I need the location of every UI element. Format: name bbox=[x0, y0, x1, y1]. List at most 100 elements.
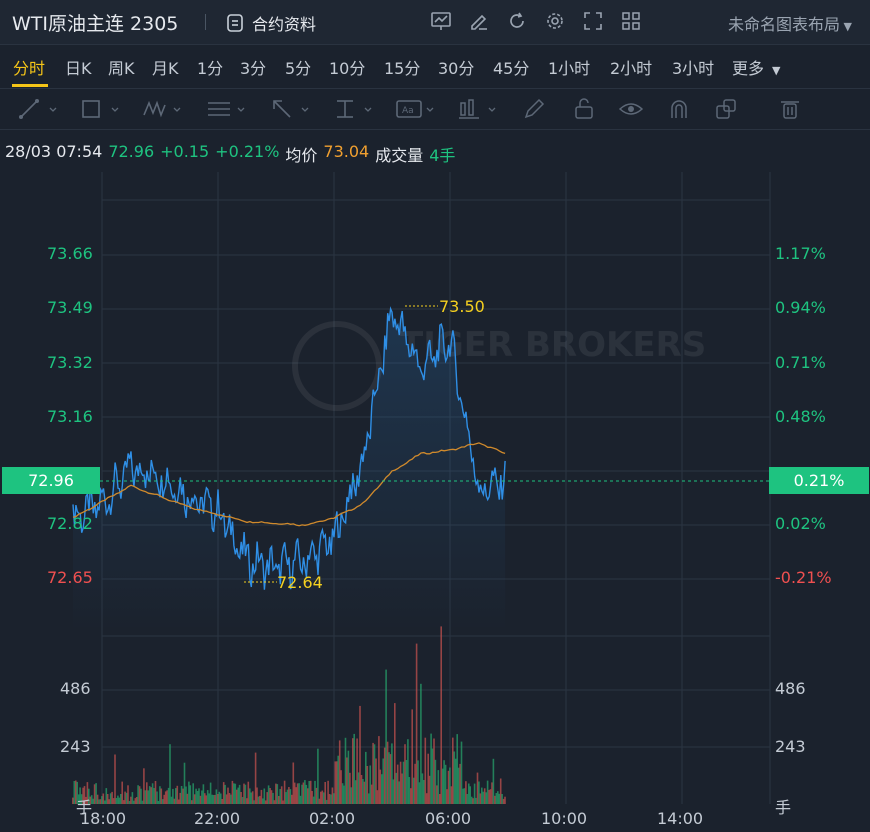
volume-bar bbox=[318, 798, 321, 804]
volume-bar bbox=[459, 763, 461, 804]
low-label: 72.64 bbox=[277, 573, 323, 592]
volume-bar bbox=[259, 795, 261, 804]
price-tick: 73.66 bbox=[47, 244, 93, 263]
time-tick: 02:00 bbox=[309, 809, 356, 828]
volume-bar bbox=[170, 796, 173, 804]
volume-bar bbox=[185, 786, 187, 804]
volume-bar bbox=[101, 796, 103, 804]
volume-bar bbox=[227, 787, 229, 804]
pct-tick: 1.17% bbox=[775, 244, 826, 263]
volume-bar bbox=[398, 781, 400, 804]
volume-bar bbox=[179, 792, 181, 804]
volume-bar bbox=[125, 792, 128, 804]
volume-bar bbox=[253, 800, 255, 804]
volume-bar bbox=[296, 783, 299, 804]
volume-bar bbox=[122, 800, 125, 804]
volume-bar bbox=[93, 784, 96, 804]
volume-bar bbox=[220, 793, 222, 804]
volume-bar bbox=[450, 786, 453, 804]
volume-bar bbox=[288, 787, 290, 804]
volume-bar bbox=[462, 788, 464, 804]
volume-bar bbox=[492, 758, 495, 804]
high-marker: 73.50 bbox=[405, 297, 485, 316]
volume-bar bbox=[443, 760, 445, 804]
high-label: 73.50 bbox=[439, 297, 485, 316]
current-pct-tag: 0.21% bbox=[769, 467, 869, 494]
pct-tick: 0.71% bbox=[775, 353, 826, 372]
volume-bar bbox=[485, 792, 487, 804]
volume-bar bbox=[407, 739, 409, 804]
volume-bar bbox=[172, 788, 174, 804]
volume-bar bbox=[476, 772, 479, 804]
volume-bar bbox=[283, 780, 286, 804]
volume-bar bbox=[257, 796, 260, 804]
volume-bar bbox=[224, 784, 226, 804]
volume-bar bbox=[188, 781, 190, 804]
volume-bar bbox=[376, 790, 379, 804]
volume-bar bbox=[330, 794, 332, 804]
volume-bar bbox=[305, 784, 308, 804]
volume-bars bbox=[72, 626, 506, 804]
volume-bar bbox=[307, 788, 309, 804]
volume-bar bbox=[499, 778, 502, 804]
volume-bar bbox=[483, 788, 486, 804]
volume-bar bbox=[382, 758, 384, 804]
volume-bar bbox=[366, 766, 369, 804]
volume-unit-label: 手 bbox=[775, 798, 792, 817]
volume-bar bbox=[359, 705, 361, 804]
volume-bar bbox=[437, 770, 440, 804]
volume-bar bbox=[280, 786, 283, 804]
volume-bar bbox=[270, 790, 273, 804]
volume-bar bbox=[466, 794, 469, 804]
volume-bar bbox=[312, 796, 315, 804]
volume-bar bbox=[163, 794, 165, 804]
volume-bar bbox=[247, 781, 250, 804]
volume-bar bbox=[235, 789, 238, 804]
volume-bar bbox=[411, 709, 413, 804]
volume-bar bbox=[410, 788, 412, 804]
volume-bar bbox=[315, 787, 318, 804]
pct-tick: -0.21% bbox=[775, 568, 832, 587]
volume-bar bbox=[475, 797, 477, 804]
volume-bar bbox=[73, 781, 76, 804]
volume-bar bbox=[482, 791, 485, 804]
intraday-chart[interactable]: TIGER BROKERS 73.50 72.64 bbox=[0, 0, 870, 832]
volume-bar bbox=[465, 781, 467, 804]
volume-bar bbox=[198, 788, 200, 804]
volume-bar bbox=[260, 789, 263, 804]
volume-bar bbox=[324, 782, 326, 804]
volume-bar bbox=[209, 782, 212, 804]
volume-bar bbox=[381, 774, 383, 804]
volume-bar bbox=[124, 791, 126, 804]
volume-bar bbox=[344, 737, 347, 804]
volume-bar bbox=[304, 780, 306, 804]
volume-bar bbox=[420, 683, 422, 804]
volume-bar bbox=[164, 791, 167, 804]
volume-bar bbox=[218, 791, 221, 804]
volume-bar bbox=[369, 765, 371, 804]
volume-bar bbox=[137, 785, 139, 804]
volume-bar bbox=[262, 798, 264, 804]
volume-bar bbox=[378, 736, 380, 804]
volume-bar bbox=[327, 780, 329, 804]
volume-tick: 243 bbox=[775, 737, 806, 756]
volume-bar bbox=[141, 800, 144, 804]
volume-bar bbox=[276, 784, 279, 804]
volume-bar bbox=[109, 793, 112, 804]
volume-bar bbox=[469, 786, 471, 804]
volume-bar bbox=[214, 794, 216, 804]
volume-bar bbox=[275, 783, 277, 804]
volume-bar bbox=[472, 798, 474, 804]
volume-bar bbox=[222, 782, 225, 804]
volume-bar bbox=[430, 733, 432, 804]
volume-bar bbox=[134, 798, 137, 804]
volume-bar bbox=[365, 751, 367, 804]
volume-bar bbox=[501, 794, 503, 804]
volume-bar bbox=[412, 777, 415, 804]
volume-bar bbox=[494, 795, 496, 804]
volume-bar bbox=[340, 770, 342, 804]
volume-bar bbox=[228, 793, 231, 804]
volume-bar bbox=[272, 792, 274, 804]
volume-bar bbox=[147, 790, 150, 804]
volume-bar bbox=[478, 781, 480, 804]
